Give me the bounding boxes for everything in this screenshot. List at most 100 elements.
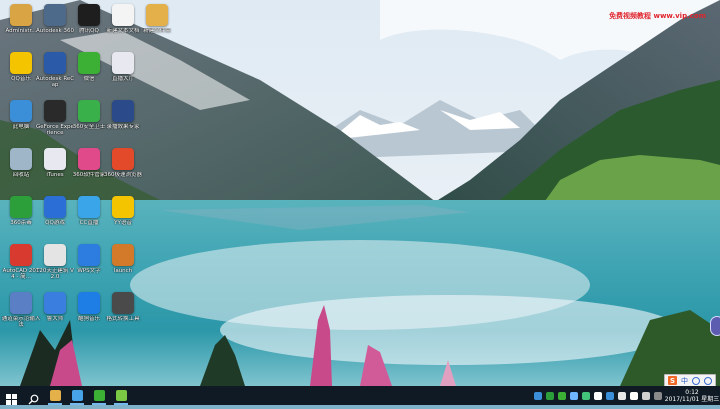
search-icon — [28, 390, 39, 405]
desktop-icon[interactable]: 360杀毒 — [3, 196, 39, 226]
tray-icon[interactable] — [642, 391, 650, 400]
desktop-icon[interactable]: QQ游戏 — [37, 196, 73, 226]
desktop-icon[interactable]: 直播大厅 — [105, 52, 141, 82]
desktop-icon[interactable]: AutoCAD 2014 - 简... — [3, 244, 39, 280]
taskbar-app-files[interactable] — [66, 386, 88, 405]
desktop-icon[interactable]: Administr... — [3, 4, 39, 34]
shield-icon — [10, 196, 32, 218]
desktop-icon[interactable]: T20天正建筑 V2.0 — [36, 244, 74, 280]
itunes-icon — [44, 148, 66, 170]
desktop-icon[interactable]: QQ音乐 — [3, 52, 39, 82]
tray-icon[interactable] — [594, 391, 602, 400]
floating-edge-button[interactable] — [710, 316, 720, 336]
music-icon — [10, 52, 32, 74]
desktop-icon[interactable]: Autodesk ReCap — [36, 52, 74, 88]
desktop-icon-label: 直播大厅 — [111, 76, 134, 82]
computer-icon — [10, 100, 32, 122]
geforce-icon — [44, 100, 66, 122]
apps-grid-icon — [78, 148, 100, 170]
film-reel-icon — [112, 292, 134, 314]
qq-game-icon — [44, 196, 66, 218]
taskbar-app-explorer[interactable] — [44, 386, 66, 405]
desktop-icon-label: launch — [113, 268, 133, 274]
taskbar-app-360[interactable] — [110, 386, 132, 405]
desktop-icon[interactable]: YY语音 — [105, 196, 141, 226]
desktop-icon-area: Administr... QQ音乐此电脑回收站 360杀毒 AutoCAD 2014 … — [0, 0, 180, 386]
tray-icon[interactable] — [606, 391, 614, 400]
autocad-icon — [10, 244, 32, 266]
ime-settings-icon[interactable] — [704, 376, 712, 385]
user-icon — [10, 4, 32, 26]
taskbar-app-wechat[interactable] — [88, 386, 110, 405]
taskbar-app-explorer-icon — [49, 390, 61, 401]
yy-icon — [112, 196, 134, 218]
tray-icon[interactable] — [582, 391, 590, 400]
tray-icon[interactable] — [654, 391, 662, 400]
desktop-icon[interactable]: 腾讯QQ — [71, 4, 107, 34]
taskbar-app-files-icon — [71, 390, 83, 401]
sogou-ime-icon[interactable]: S — [668, 376, 677, 385]
desktop-icon[interactable]: launch — [105, 244, 141, 274]
cloud-icon — [44, 4, 66, 26]
taskbar: 0:12 2017/11/01 星期三 — [0, 386, 720, 405]
desktop-icon[interactable]: 360安全卫士 — [71, 100, 107, 130]
start-button[interactable] — [0, 386, 22, 405]
desktop-icon[interactable]: 微信 — [71, 52, 107, 82]
clock-date: 2017/11/01 星期三 — [664, 395, 720, 403]
search-button[interactable] — [22, 386, 44, 405]
clock-time: 0:12 — [685, 388, 699, 396]
taskbar-app-360-icon — [115, 390, 127, 401]
desktop-icon[interactable]: 通道菜示范输入法 — [2, 292, 40, 328]
launch-icon — [112, 244, 134, 266]
desktop-icon[interactable]: 回收站 — [3, 148, 39, 178]
ime-language-indicator[interactable]: 中 — [681, 376, 688, 386]
desktop-icon[interactable]: 酷狗音乐 — [71, 292, 107, 322]
desktop-icon-label: 360极速浏览器 — [104, 172, 142, 178]
desktop-icon-label: 新建文件夹 — [143, 28, 171, 34]
folder-icon — [146, 4, 168, 26]
tray-icon[interactable] — [534, 391, 542, 400]
desktop-icon[interactable]: 新建文件夹 — [139, 4, 175, 34]
tray-icon[interactable] — [570, 391, 578, 400]
desktop-icon[interactable]: iTunes — [37, 148, 73, 178]
desktop-icon[interactable]: 新建文本文档 — [105, 4, 141, 34]
browser-icon — [112, 148, 134, 170]
tray-icon[interactable] — [630, 391, 638, 400]
taskbar-app-wechat-icon — [93, 390, 105, 401]
desktop-icon[interactable]: GeForce Experience — [36, 100, 74, 136]
desktop-icon-label: 格式转换工具 — [106, 316, 140, 322]
desktop-icon-label: YY语音 — [114, 220, 132, 226]
desktop-icon[interactable]: CC直播 — [71, 196, 107, 226]
system-tray: 0:12 2017/11/01 星期三 — [532, 386, 720, 405]
pen-icon — [10, 292, 32, 314]
recycle-bin-icon — [10, 148, 32, 170]
text-file-icon — [112, 4, 134, 26]
desktop-icon[interactable]: 360极速浏览器 — [104, 148, 142, 178]
start-icon — [5, 390, 17, 405]
taskbar-pinned-apps — [0, 386, 132, 405]
qq-penguin-icon — [78, 4, 100, 26]
desktop-icon[interactable]: WPS文字 — [71, 244, 107, 274]
ghost-icon — [78, 196, 100, 218]
taskbar-clock[interactable]: 0:12 2017/11/01 星期三 — [664, 389, 720, 403]
desktop-icon[interactable]: Autodesk 360 — [36, 4, 74, 34]
desktop-icon[interactable]: 录播效果专家 — [105, 100, 141, 130]
recorder-icon — [112, 100, 134, 122]
recap-icon — [44, 52, 66, 74]
corner-watermark: 免费视频教程 www.vip.com — [609, 12, 706, 20]
t20-icon — [44, 244, 66, 266]
desktop-icon[interactable]: 360软件管家 — [71, 148, 107, 178]
tray-icon[interactable] — [618, 391, 626, 400]
tray-icon[interactable] — [558, 391, 566, 400]
master-lu-icon — [44, 292, 66, 314]
desktop-icon-label: 录播效果专家 — [106, 124, 140, 130]
tray-icon-group — [532, 391, 664, 400]
desktop-icon[interactable]: 鲁大师 — [37, 292, 73, 322]
plus-shield-icon — [78, 100, 100, 122]
tray-icon[interactable] — [546, 391, 554, 400]
desktop-icon[interactable]: 格式转换工具 — [105, 292, 141, 322]
wechat-icon — [78, 52, 100, 74]
desktop-icon[interactable]: 此电脑 — [3, 100, 39, 130]
live-icon — [112, 52, 134, 74]
ime-punctuation-icon[interactable] — [692, 376, 700, 385]
